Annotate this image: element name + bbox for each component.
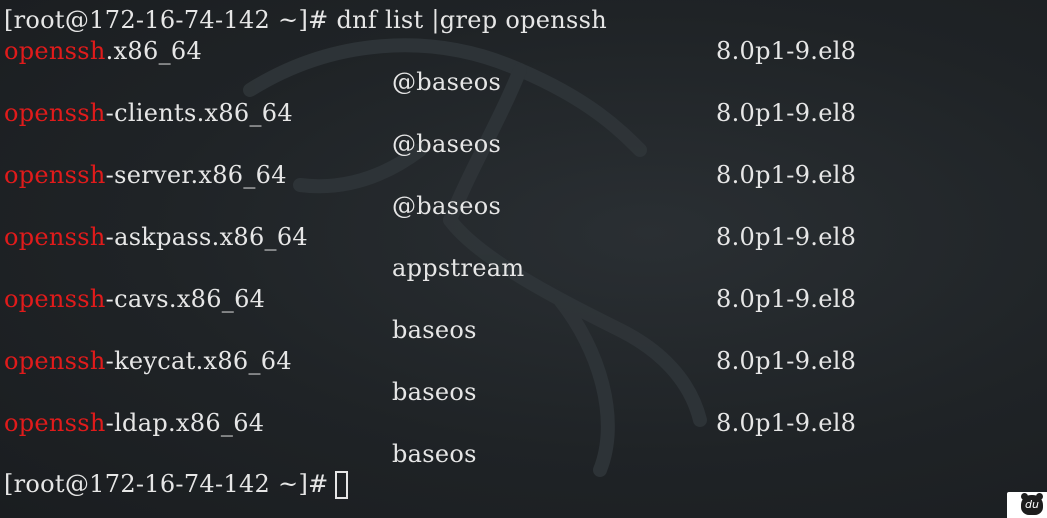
package-version: 8.0p1-9.el8	[716, 161, 857, 189]
package-row: openssh-server.x86_64	[4, 160, 287, 191]
package-row: openssh-ldap.x86_64	[4, 408, 264, 439]
package-repo: baseos	[392, 378, 477, 406]
package-version: 8.0p1-9.el8	[716, 37, 857, 65]
package-repo: @baseos	[392, 68, 502, 96]
package-row: openssh-askpass.x86_64	[4, 222, 308, 253]
grep-match-highlight: openssh	[4, 99, 106, 127]
prompt-line[interactable]: [root@172-16-74-142 ~]#	[4, 469, 348, 500]
package-row: openssh-clients.x86_64	[4, 98, 293, 129]
package-version: 8.0p1-9.el8	[716, 285, 857, 313]
package-repo: @baseos	[392, 192, 502, 220]
package-row: openssh-keycat.x86_64	[4, 346, 292, 377]
package-repo: baseos	[392, 440, 477, 468]
prompt-text: [root@172-16-74-142 ~]#	[4, 6, 337, 34]
text-cursor[interactable]	[334, 471, 348, 499]
baidu-badge: du	[1007, 492, 1047, 518]
package-version: 8.0p1-9.el8	[716, 99, 857, 127]
package-repo: baseos	[392, 316, 477, 344]
package-version: 8.0p1-9.el8	[716, 223, 857, 251]
command-text: dnf list |grep openssh	[336, 6, 608, 34]
package-name-suffix: .x86_64	[105, 37, 203, 65]
package-row: openssh-cavs.x86_64	[4, 284, 265, 315]
package-version: 8.0p1-9.el8	[716, 409, 857, 437]
prompt-text: [root@172-16-74-142 ~]#	[4, 470, 329, 498]
grep-match-highlight: openssh	[4, 161, 106, 189]
package-name-suffix: -ldap.x86_64	[105, 409, 265, 437]
command-line: [root@172-16-74-142 ~]# dnf list |grep o…	[4, 5, 607, 36]
package-name-suffix: -askpass.x86_64	[105, 223, 308, 251]
package-repo: @baseos	[392, 130, 502, 158]
package-name-suffix: -keycat.x86_64	[105, 347, 292, 375]
grep-match-highlight: openssh	[4, 37, 106, 65]
package-version: 8.0p1-9.el8	[716, 347, 857, 375]
package-name-suffix: -clients.x86_64	[105, 99, 293, 127]
package-row: openssh.x86_64	[4, 36, 202, 67]
package-repo: appstream	[392, 254, 525, 282]
grep-match-highlight: openssh	[4, 223, 106, 251]
package-name-suffix: -server.x86_64	[105, 161, 287, 189]
grep-match-highlight: openssh	[4, 409, 106, 437]
grep-match-highlight: openssh	[4, 285, 106, 313]
grep-match-highlight: openssh	[4, 347, 106, 375]
baidu-paw-icon: du	[1021, 495, 1043, 515]
terminal-window[interactable]: [root@172-16-74-142 ~]# dnf list |grep o…	[0, 0, 1047, 518]
package-name-suffix: -cavs.x86_64	[105, 285, 266, 313]
